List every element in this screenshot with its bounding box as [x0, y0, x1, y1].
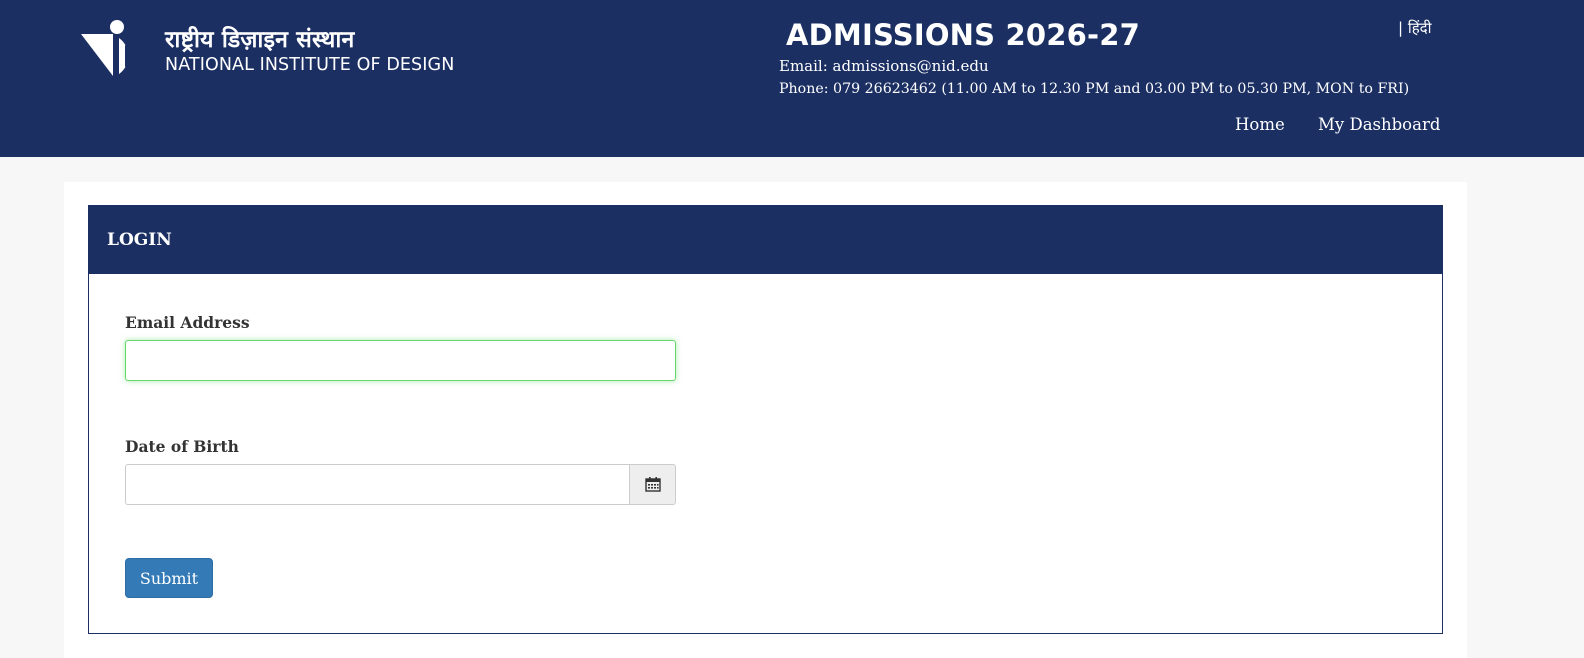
submit-button[interactable]: Submit — [125, 558, 213, 598]
login-panel-title: LOGIN — [107, 230, 172, 250]
login-panel: LOGIN Email Address Date of Birth Submit — [88, 205, 1443, 634]
nav-my-dashboard-link[interactable]: My Dashboard — [1318, 115, 1440, 134]
calendar-button[interactable] — [629, 464, 676, 505]
date-of-birth-group — [125, 464, 676, 505]
logo-english-text: NATIONAL INSTITUTE OF DESIGN — [165, 55, 455, 75]
email-input[interactable] — [125, 340, 676, 381]
hindi-language-link[interactable]: | हिंदी — [1398, 18, 1432, 38]
calendar-icon — [644, 477, 661, 492]
nav-home-link[interactable]: Home — [1235, 115, 1285, 134]
date-of-birth-input[interactable] — [125, 464, 629, 505]
nid-logo-icon — [81, 20, 132, 76]
date-of-birth-label: Date of Birth — [125, 437, 239, 456]
contact-phone: Phone: 079 26623462 (11.00 AM to 12.30 P… — [779, 81, 1410, 97]
content-container: LOGIN Email Address Date of Birth Submit — [64, 182, 1467, 658]
login-panel-header: LOGIN — [89, 206, 1442, 274]
site-header: राष्ट्रीय डिज़ाइन संस्थान NATIONAL INSTI… — [0, 0, 1584, 157]
contact-email: Email: admissions@nid.edu — [779, 57, 989, 75]
email-label: Email Address — [125, 313, 250, 332]
logo-hindi-text: राष्ट्रीय डिज़ाइन संस्थान — [165, 27, 355, 53]
admissions-title: ADMISSIONS 2026-27 — [786, 18, 1141, 52]
